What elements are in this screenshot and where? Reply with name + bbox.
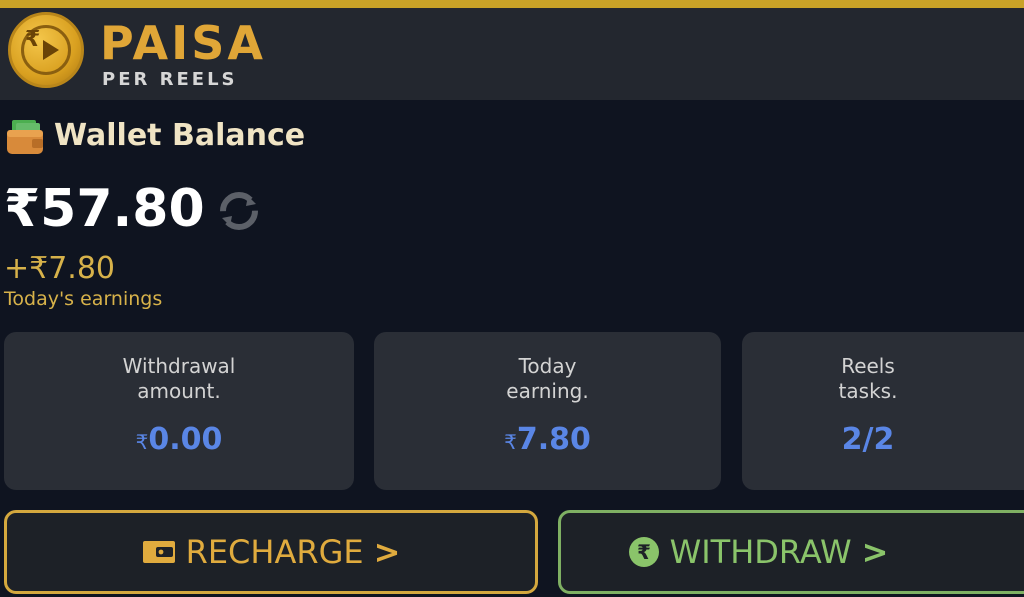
today-earnings-label: Today's earnings: [4, 288, 163, 310]
svg-text:₹: ₹: [637, 540, 651, 564]
wallet-card-icon: [142, 541, 175, 563]
stat-value-number: 0.00: [148, 422, 223, 457]
wallet-icon: [7, 120, 43, 154]
stat-card-today-earning: Today earning. ₹7.80: [374, 332, 721, 490]
rupee-circle-icon: ₹: [628, 537, 659, 567]
chevron-right-icon: >: [861, 533, 889, 571]
app-screen: ₹ PAISA PER REELS Wallet Balance ₹57.80 …: [0, 0, 1024, 597]
stat-card-withdrawal: Withdrawal amount. ₹0.00: [4, 332, 354, 490]
withdraw-label: WITHDRAW: [669, 533, 852, 571]
stat-label: Withdrawal amount.: [122, 354, 236, 403]
recharge-button[interactable]: RECHARGE >: [4, 510, 538, 594]
app-header: ₹ PAISA PER REELS: [0, 8, 1024, 100]
chevron-right-icon: >: [373, 533, 401, 571]
withdraw-button[interactable]: ₹ WITHDRAW >: [558, 510, 1024, 594]
stat-value-number: 7.80: [516, 422, 591, 457]
recharge-label: RECHARGE: [185, 533, 364, 571]
stat-value: ₹0.00: [4, 422, 354, 460]
stat-value-number: 2/2: [841, 422, 895, 457]
stat-value: ₹7.80: [374, 422, 721, 460]
today-earnings-delta: +₹7.80: [4, 251, 116, 286]
stat-label: Reels tasks.: [838, 354, 898, 403]
brand-subtitle: PER REELS: [102, 69, 238, 90]
stat-value: 2/2: [742, 422, 994, 460]
wallet-balance-amount: ₹57.80: [4, 179, 205, 239]
stat-label: Today earning.: [506, 354, 589, 403]
stat-card-reels-tasks: Reels tasks. 2/2: [742, 332, 1024, 490]
currency-symbol: ₹: [504, 430, 517, 454]
wallet-balance-title: Wallet Balance: [54, 118, 306, 153]
coin-logo-icon: ₹: [8, 12, 84, 88]
brand-title: PAISA: [100, 16, 266, 70]
refresh-icon[interactable]: [218, 190, 260, 232]
currency-symbol: ₹: [135, 430, 149, 454]
top-border: [0, 0, 1024, 8]
